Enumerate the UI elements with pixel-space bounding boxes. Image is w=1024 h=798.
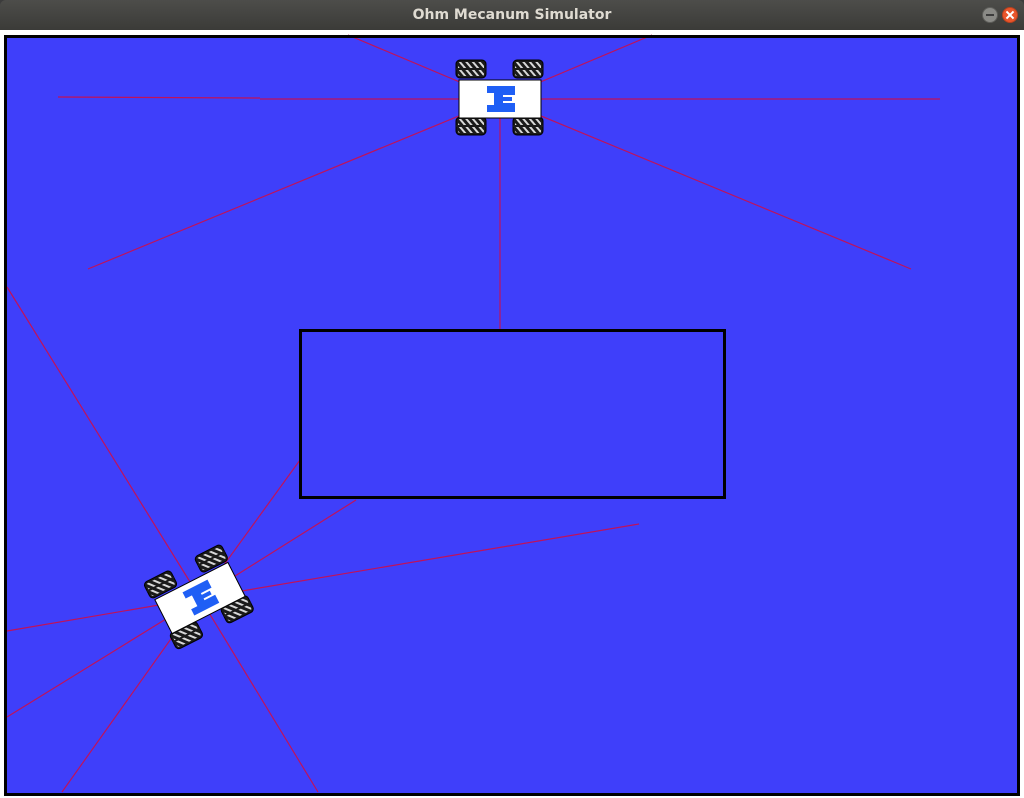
window-titlebar[interactable]: Ohm Mecanum Simulator xyxy=(0,0,1024,30)
simulation-canvas xyxy=(4,34,1020,796)
simulation-viewport[interactable] xyxy=(0,30,1024,798)
simulator-window: Ohm Mecanum Simulator xyxy=(0,0,1024,798)
close-button[interactable] xyxy=(1002,7,1018,23)
minimize-button[interactable] xyxy=(982,7,998,23)
floor xyxy=(5,35,1019,794)
window-title: Ohm Mecanum Simulator xyxy=(412,7,612,23)
